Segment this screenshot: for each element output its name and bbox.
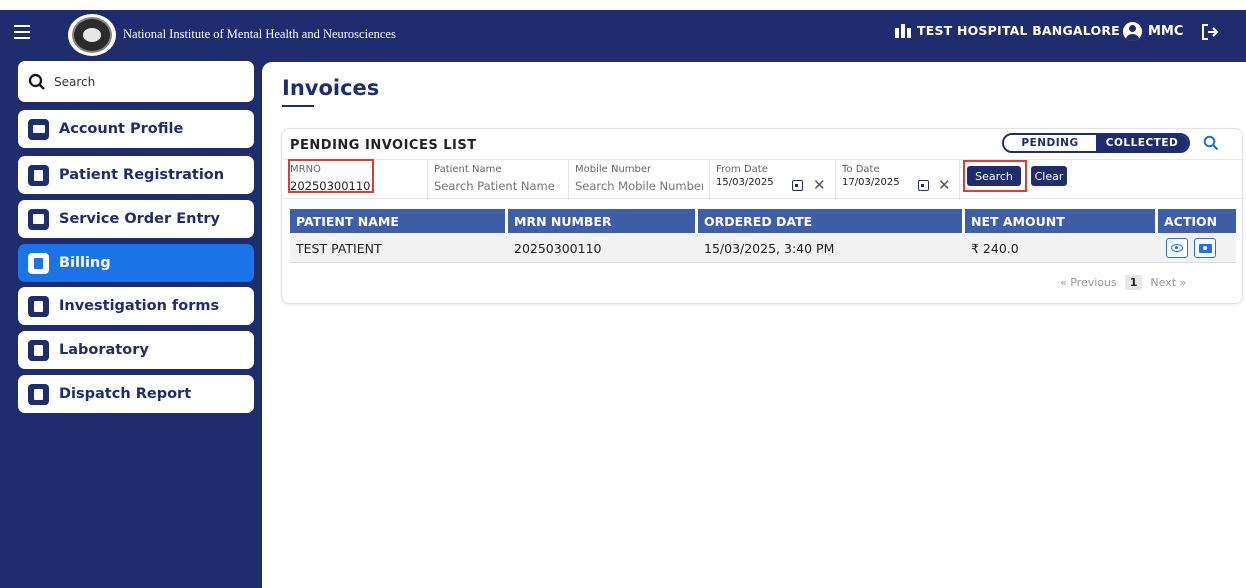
column-header: NET AMOUNT bbox=[965, 209, 1155, 233]
calendar-icon[interactable] bbox=[918, 180, 929, 191]
sidebar-item-patient-registration[interactable]: Patient Registration bbox=[18, 156, 254, 194]
patient-name-filter[interactable]: Patient Name bbox=[428, 160, 569, 200]
previous-page-link[interactable]: « Previous bbox=[1060, 276, 1117, 289]
institute-logo bbox=[68, 14, 116, 56]
collect-payment-button[interactable] bbox=[1194, 238, 1216, 258]
action-cell bbox=[1158, 233, 1236, 263]
card-title: PENDING INVOICES LIST bbox=[290, 138, 477, 153]
mobile-input[interactable] bbox=[575, 179, 703, 193]
title-underline bbox=[282, 105, 314, 107]
table-row: TEST PATIENT 20250300110 15/03/2025, 3:4… bbox=[290, 233, 1236, 263]
sidebar-item-label: Investigation forms bbox=[59, 298, 220, 314]
sidebar-item-service-order-entry[interactable]: Service Order Entry bbox=[18, 200, 254, 238]
sidebar-item-label: Laboratory bbox=[59, 342, 149, 358]
to-date-value: 17/03/2025 bbox=[842, 177, 900, 188]
table-header: PATIENT NAME MRN NUMBER ORDERED DATE NET… bbox=[290, 209, 1236, 233]
calendar-icon[interactable] bbox=[792, 180, 803, 191]
view-button[interactable] bbox=[1166, 238, 1188, 258]
toggle-collected[interactable]: COLLECTED bbox=[1096, 135, 1188, 151]
search-icon bbox=[28, 73, 45, 90]
clear-to-date-icon[interactable]: ✕ bbox=[938, 178, 951, 193]
status-toggle[interactable]: PENDING COLLECTED bbox=[1002, 133, 1190, 153]
file-icon bbox=[28, 295, 49, 317]
menu-icon[interactable] bbox=[14, 25, 30, 39]
sidebar-item-label: Patient Registration bbox=[59, 167, 225, 183]
toggle-pending[interactable]: PENDING bbox=[1004, 135, 1096, 151]
pen-file-icon bbox=[28, 164, 49, 186]
money-icon bbox=[1198, 243, 1212, 253]
mobile-label: Mobile Number bbox=[575, 164, 652, 175]
sidebar-item-billing[interactable]: Billing bbox=[18, 244, 254, 282]
sidebar-item-label: Dispatch Report bbox=[59, 386, 192, 402]
user-menu[interactable]: MMC bbox=[1123, 22, 1183, 41]
clear-button[interactable]: Clear bbox=[1031, 166, 1067, 186]
user-avatar-icon bbox=[1123, 22, 1142, 41]
app-shell: National Institute of Mental Health and … bbox=[0, 10, 1246, 588]
hospital-icon bbox=[895, 23, 911, 38]
column-header: ACTION bbox=[1158, 209, 1236, 233]
hospital-name: TEST HOSPITAL BANGALORE bbox=[917, 23, 1120, 38]
patient-name-cell: TEST PATIENT bbox=[296, 240, 382, 256]
to-date-filter[interactable]: To Date 17/03/2025 ✕ bbox=[836, 160, 960, 200]
search-icon[interactable] bbox=[1203, 135, 1219, 151]
top-bar: National Institute of Mental Health and … bbox=[0, 10, 1246, 58]
from-date-label: From Date bbox=[716, 164, 768, 175]
eye-icon bbox=[1171, 244, 1183, 252]
column-header: MRN NUMBER bbox=[508, 209, 695, 233]
page-title: Invoices bbox=[282, 76, 380, 100]
ordered-date-cell: 15/03/2025, 3:40 PM bbox=[704, 240, 835, 256]
id-card-icon bbox=[28, 118, 49, 140]
sidebar-search-input[interactable] bbox=[54, 74, 244, 89]
mrno-highlight bbox=[288, 159, 374, 193]
sidebar-item-label: Account Profile bbox=[59, 121, 184, 137]
sidebar-item-account-profile[interactable]: Account Profile bbox=[18, 110, 254, 148]
sidebar-item-label: Service Order Entry bbox=[59, 211, 220, 227]
mobile-filter[interactable]: Mobile Number bbox=[569, 160, 710, 200]
column-header: ORDERED DATE bbox=[698, 209, 962, 233]
pagination: « Previous 1 Next » bbox=[1060, 275, 1186, 290]
to-date-label: To Date bbox=[842, 164, 880, 175]
invoices-card: PENDING INVOICES LIST PENDING COLLECTED … bbox=[281, 128, 1243, 304]
hospital-selector[interactable]: TEST HOSPITAL BANGALORE bbox=[895, 23, 1120, 38]
lab-icon bbox=[28, 208, 49, 230]
main-content: Invoices PENDING INVOICES LIST PENDING C… bbox=[262, 62, 1246, 588]
sidebar-item-label: Billing bbox=[59, 255, 111, 271]
file-icon bbox=[28, 339, 49, 361]
logout-icon[interactable] bbox=[1200, 22, 1220, 42]
institute-name: National Institute of Mental Health and … bbox=[123, 27, 396, 41]
sidebar-search[interactable] bbox=[18, 61, 254, 102]
file-icon bbox=[28, 252, 49, 274]
sidebar-item-dispatch-report[interactable]: Dispatch Report bbox=[18, 375, 254, 413]
sidebar-item-laboratory[interactable]: Laboratory bbox=[18, 331, 254, 369]
net-amount-cell: ₹ 240.0 bbox=[971, 240, 1019, 256]
from-date-filter[interactable]: From Date 15/03/2025 ✕ bbox=[710, 160, 836, 200]
user-name: MMC bbox=[1148, 24, 1184, 39]
next-page-link[interactable]: Next » bbox=[1150, 276, 1186, 289]
clear-from-date-icon[interactable]: ✕ bbox=[813, 178, 826, 193]
patient-name-label: Patient Name bbox=[434, 164, 502, 175]
search-button[interactable]: Search bbox=[967, 166, 1021, 186]
column-header: PATIENT NAME bbox=[290, 209, 505, 233]
file-icon bbox=[28, 383, 49, 405]
filter-row: MRNO Patient Name Mobile Number From Dat… bbox=[284, 159, 1242, 200]
patient-name-input[interactable] bbox=[434, 179, 562, 193]
page-number[interactable]: 1 bbox=[1124, 275, 1143, 290]
sidebar-item-investigation-forms[interactable]: Investigation forms bbox=[18, 287, 254, 325]
mrn-cell: 20250300110 bbox=[514, 240, 602, 256]
